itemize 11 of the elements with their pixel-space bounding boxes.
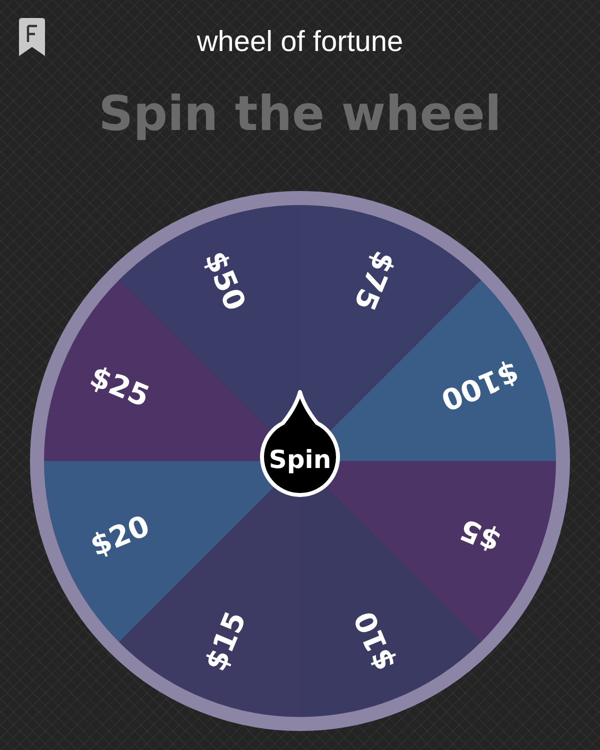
segment-label: $5 (455, 512, 506, 560)
segment-label: $100 (436, 355, 524, 418)
segment-label: $75 (347, 246, 402, 316)
bookmark-icon[interactable] (19, 18, 45, 56)
segment-label: $25 (85, 359, 154, 414)
segment-label: $50 (198, 246, 253, 316)
segment-label: $20 (85, 508, 154, 563)
segment-label: $15 (198, 606, 253, 676)
heading: Spin the wheel (98, 86, 502, 142)
segment-label: $10 (347, 606, 402, 676)
window-title: wheel of fortune (196, 26, 404, 58)
